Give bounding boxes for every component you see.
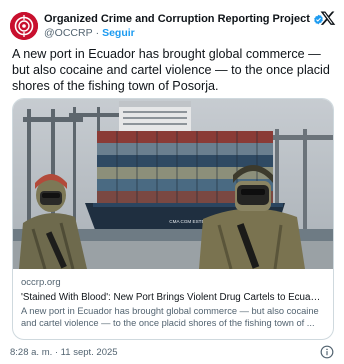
info-icon[interactable] [320,345,334,359]
author-name[interactable]: Organized Crime and Corruption Reporting… [44,13,310,25]
tweet-header: Organized Crime and Corruption Reporting… [10,8,336,44]
author-block: Organized Crime and Corruption Reporting… [44,13,324,39]
follow-button[interactable]: Seguir [102,27,135,39]
avatar[interactable] [10,12,38,40]
tweet-timestamp[interactable]: 8:28 a. m. · 11 sept. 2025 [10,347,118,358]
card-image[interactable]: CMA CGM ESTELLE [13,99,334,269]
handle-row: @OCCRP · Seguir [44,27,324,39]
link-preview-card[interactable]: CMA CGM ESTELLE occrp.org 'Stained With … [12,98,334,340]
tweet-footer: 8:28 a. m. · 11 sept. 2025 [10,345,334,359]
x-logo-icon[interactable] [320,10,336,26]
author-name-row: Organized Crime and Corruption Reporting… [44,13,324,25]
tweet-text: A new port in Ecuador has brought global… [12,47,330,93]
occrp-logo-icon [10,12,38,40]
card-title[interactable]: 'Stained With Blood': New Port Brings Vi… [21,291,325,304]
separator-dot: · [95,27,100,39]
author-handle[interactable]: @OCCRP [44,27,93,39]
card-description: A new port in Ecuador has brought global… [21,306,319,328]
card-domain: occrp.org [21,277,61,288]
card-meta: occrp.org 'Stained With Blood': New Port… [13,269,333,329]
